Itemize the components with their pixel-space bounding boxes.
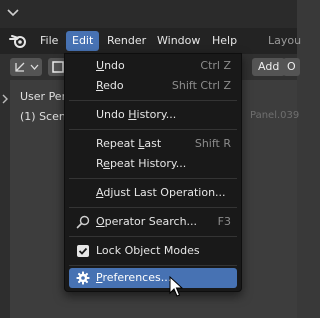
undo-history-prefix: Undo: [96, 108, 129, 121]
menu-separator: [69, 178, 237, 179]
repeat-last-label: ast: [144, 137, 162, 150]
transform-orientation-dropdown[interactable]: [10, 58, 42, 76]
menu-separator: [69, 129, 237, 130]
chevron-right-icon[interactable]: [1, 94, 9, 104]
operator-search-accelerator: O: [96, 215, 105, 228]
operator-search-label: perator Search...: [104, 215, 198, 228]
menu-help[interactable]: Help: [206, 31, 243, 51]
menu-item-undo[interactable]: Undo Ctrl Z: [69, 56, 237, 76]
menu-separator: [69, 265, 237, 266]
undo-history-accelerator: H: [128, 108, 137, 121]
gear-icon: [76, 271, 90, 285]
lock-object-modes-label: Lock Object Modes: [96, 244, 200, 257]
menu-item-repeat-last[interactable]: Repeat Last Shift R: [69, 134, 237, 154]
square-select-icon: [52, 61, 64, 73]
checkbox-checked-icon[interactable]: [76, 244, 90, 258]
redo-shortcut: Shift Ctrl Z: [171, 79, 231, 92]
edit-menu-dropdown: Undo Ctrl Z Redo Shift Ctrl Z Undo Histo…: [64, 53, 242, 292]
axis-icon: [15, 62, 25, 72]
menu-separator: [69, 236, 237, 237]
undo-label: ndo: [104, 59, 125, 72]
menu-item-lock-object-modes[interactable]: Lock Object Modes: [69, 241, 237, 261]
adjust-last-label: djust Last Operation...: [103, 186, 226, 199]
menu-item-undo-history[interactable]: Undo History...: [69, 105, 237, 125]
object-menu-button[interactable]: O: [283, 58, 300, 76]
window-titlebar: [0, 0, 297, 28]
menu-separator: [69, 207, 237, 208]
redo-label: edo: [103, 79, 124, 92]
search-icon: [76, 215, 90, 229]
menu-item-redo[interactable]: Redo Shift Ctrl Z: [69, 76, 237, 96]
undo-accelerator: U: [96, 59, 105, 72]
repeat-history-accelerator: e: [103, 157, 110, 170]
repeat-last-shortcut: Shift R: [194, 137, 231, 150]
tab-layout[interactable]: Layou: [262, 31, 307, 51]
viewport-object-name: Panel.039: [250, 110, 300, 121]
repeat-last-prefix: Repeat: [96, 137, 139, 150]
mouse-cursor-icon: [169, 276, 183, 297]
menu-item-repeat-history[interactable]: Repeat History...: [69, 154, 237, 174]
toolbar-region[interactable]: [0, 80, 10, 318]
menu-render[interactable]: Render: [101, 31, 152, 51]
top-menubar: File Edit Render Window Help Layou: [0, 28, 301, 54]
menu-item-preferences[interactable]: Preferences...: [69, 268, 237, 288]
menu-edit[interactable]: Edit: [66, 31, 100, 51]
undo-history-label: istory...: [136, 108, 177, 121]
menu-item-operator-search[interactable]: Operator Search... F3: [69, 212, 237, 232]
undo-shortcut: Ctrl Z: [200, 59, 231, 72]
add-menu-button[interactable]: Add: [252, 58, 286, 76]
repeat-history-label: peat History...: [109, 157, 187, 170]
menu-file[interactable]: File: [34, 31, 64, 51]
chevron-down-icon[interactable]: [6, 6, 20, 20]
blender-logo-icon[interactable]: [9, 32, 27, 50]
chevron-down-icon: [30, 64, 39, 70]
menu-window[interactable]: Window: [151, 31, 206, 51]
menu-separator: [69, 100, 237, 101]
preferences-label: references...: [102, 271, 172, 284]
operator-search-shortcut: F3: [217, 215, 231, 228]
menu-item-adjust-last-operation[interactable]: Adjust Last Operation...: [69, 183, 237, 203]
